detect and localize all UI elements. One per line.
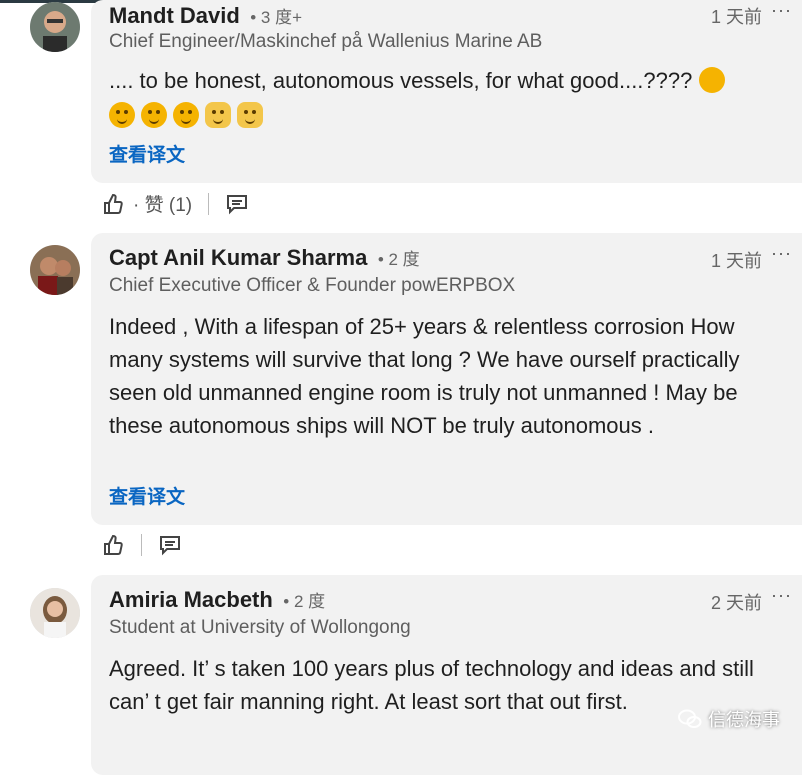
connection-degree: • 2 度 (283, 592, 326, 611)
commenter-headline: Chief Engineer/Maskinchef på Wallenius M… (109, 31, 543, 52)
wechat-icon (678, 709, 702, 728)
avatar[interactable] (30, 588, 80, 638)
commenter-name[interactable]: Mandt David (109, 3, 240, 28)
comment-text-body: .... to be honest, autonomous vessels, f… (109, 68, 693, 93)
commenter-headline: Chief Executive Officer & Founder powERP… (109, 275, 516, 296)
connection-degree: • 3 度+ (250, 8, 303, 27)
watermark: 信德海事 (678, 706, 780, 732)
comment-actions: · 赞 (1) (101, 190, 249, 217)
commenter-name[interactable]: Amiria Macbeth (109, 587, 273, 612)
more-options-button[interactable]: ··· (771, 585, 792, 606)
like-count[interactable]: · 赞 (1) (133, 190, 192, 217)
avatar-photo (30, 245, 80, 295)
avatar-photo (30, 2, 80, 52)
smiling-face-icon (173, 102, 199, 128)
comment-text: Agreed. It’ s taken 100 years plus of te… (109, 656, 754, 714)
see-translation-link[interactable]: 查看译文 (109, 140, 185, 167)
reply-icon[interactable] (225, 192, 249, 216)
comment-timestamp: 1 天前 (710, 251, 762, 271)
commenter-headline: Student at University of Wollongong (109, 617, 411, 638)
comment-timestamp: 1 天前 (710, 7, 762, 27)
watermark-text: 信德海事 (708, 710, 780, 730)
avatar[interactable] (30, 2, 80, 52)
emoji-row (109, 102, 263, 128)
divider (208, 192, 210, 215)
comment-bubble: Capt Anil Kumar Sharma • 2 度 Chief Execu… (91, 233, 802, 525)
thinking-face-icon (698, 67, 725, 93)
like-icon[interactable] (101, 533, 125, 557)
thinking-face-icon (109, 102, 135, 128)
see-translation-link[interactable]: 查看译文 (109, 482, 185, 509)
comment-actions (101, 533, 182, 557)
like-icon[interactable] (101, 192, 125, 216)
avatar[interactable] (30, 245, 80, 295)
reply-icon[interactable] (158, 533, 182, 557)
comment-bubble: Amiria Macbeth • 2 度 Student at Universi… (91, 575, 802, 775)
more-options-button[interactable]: ··· (771, 0, 792, 21)
more-options-button[interactable]: ··· (771, 243, 792, 264)
comment-text: .... to be honest, autonomous vessels, f… (109, 64, 759, 97)
avatar-photo (30, 588, 80, 638)
shrug-icon (205, 102, 231, 128)
commenter-name[interactable]: Capt Anil Kumar Sharma (109, 245, 367, 270)
smiling-face-icon (141, 102, 167, 128)
comment-timestamp: 2 天前 (710, 593, 762, 613)
connection-degree: • 2 度 (377, 250, 420, 269)
shrug-icon (237, 102, 263, 128)
comment-text: Indeed , With a lifespan of 25+ years & … (109, 314, 740, 438)
divider (141, 534, 142, 556)
comment-bubble: Mandt David • 3 度+ Chief Engineer/Maskin… (91, 0, 802, 183)
